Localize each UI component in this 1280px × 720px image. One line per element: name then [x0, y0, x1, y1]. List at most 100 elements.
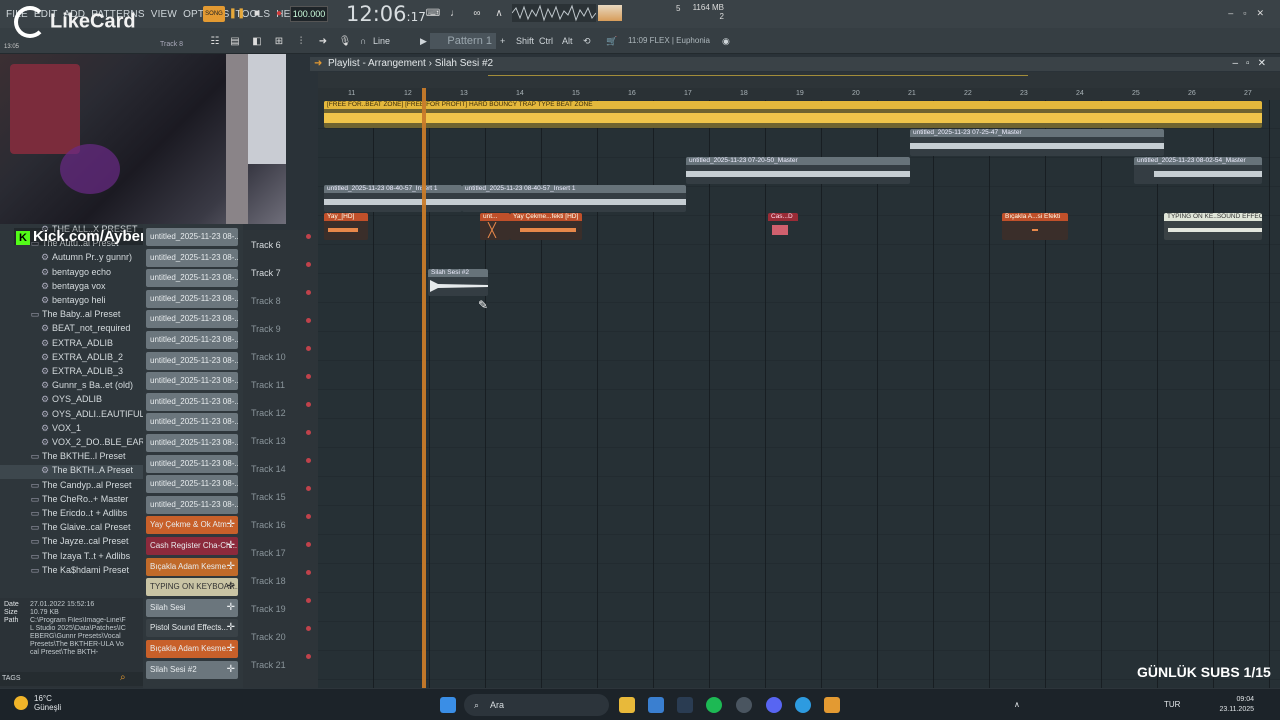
track-label[interactable]: Track 20 [251, 632, 286, 642]
browser-item[interactable]: ⚙ bentaygo echo [0, 267, 143, 281]
shift-key[interactable]: Shift [516, 36, 534, 46]
weather-widget[interactable]: 16°C Güneşli [14, 694, 61, 712]
cart-icon[interactable]: 🛒 [606, 36, 617, 47]
playlist-icon[interactable]: ⫶ [292, 32, 310, 50]
browser-item[interactable]: ▭ The Ka$hdami Preset [0, 565, 143, 579]
discord-icon[interactable] [766, 697, 782, 713]
track-label[interactable]: Track 13 [251, 436, 286, 446]
clip-typing[interactable]: TYPING ON KE..SOUND EFFECT [1164, 213, 1262, 240]
clip-master2[interactable]: untitled_2025-11-23 07-20-50_Master [686, 157, 910, 184]
track-label[interactable]: Track 17 [251, 548, 286, 558]
clip-yay2[interactable]: unt... [480, 213, 510, 240]
channel-button[interactable]: Silah Sesi ✛ [146, 598, 238, 617]
track-label[interactable]: Track 7 [251, 268, 281, 278]
pause-icon[interactable]: ❚❚ [228, 4, 246, 22]
track-label[interactable]: Track 11 [251, 380, 285, 390]
browser-icon[interactable]: ◧ [248, 32, 266, 50]
channel-button[interactable]: Yay Çekme & Ok Atm... ✛ [146, 516, 238, 535]
stop-icon[interactable]: ■ [248, 4, 266, 22]
track-label[interactable]: Track 15 [251, 492, 286, 502]
channel-button[interactable]: untitled_2025-11-23 08-... [146, 475, 238, 494]
browser-item[interactable]: ⚙ Gunnr_s Ba..et (old) [0, 380, 143, 394]
track-mute-led[interactable] [306, 598, 311, 603]
channel-move-icon[interactable]: ✛ [227, 640, 235, 658]
track-mute-led[interactable] [306, 262, 311, 267]
globe-icon[interactable]: ◉ [722, 36, 730, 47]
clip-master1[interactable]: untitled_2025-11-23 07-25-47_Master [910, 129, 1164, 156]
clip-beat[interactable]: [FREE FOR..BEAT ZONE] [FREE FOR PROFIT] … [324, 101, 1262, 128]
channel-button[interactable]: untitled_2025-11-23 08-... [146, 372, 238, 391]
browser-item[interactable]: ⚙ Autumn Pr..y gunnr) [0, 252, 143, 266]
steam-icon[interactable] [677, 697, 693, 713]
snap-selector[interactable]: Line [373, 36, 390, 46]
channel-move-icon[interactable]: ✛ [227, 661, 235, 679]
track-mute-led[interactable] [306, 234, 311, 239]
clip-insert2[interactable]: untitled_2025-11-23 08-40-57_Insert 1 [462, 185, 686, 212]
track-mute-led[interactable] [306, 486, 311, 491]
channel-button[interactable]: TYPING ON KEYBOAR... ✛ [146, 578, 238, 597]
channel-button[interactable]: Cash Register Cha-Ch... ✛ [146, 537, 238, 555]
undo-icon[interactable]: ⟲ [583, 36, 591, 47]
channel-button[interactable]: Bıçakla Adam Kesme... ✛ [146, 557, 238, 576]
blend-notes-icon[interactable]: ∧ [490, 4, 508, 22]
track-label[interactable]: Track 8 [251, 296, 281, 306]
playlist-scrollbar[interactable] [318, 72, 1280, 88]
clip-insert1[interactable]: untitled_2025-11-23 08-40-57_Insert 1 [324, 185, 462, 212]
browser-item[interactable]: ⚙ VOX_1 [0, 423, 143, 437]
browser-item[interactable]: ▭ The Glaive..cal Preset [0, 522, 143, 536]
track-label[interactable]: Track 19 [251, 604, 286, 614]
channel-rack-icon[interactable]: ☷ [206, 32, 224, 50]
menu-view[interactable]: VIEW [151, 9, 177, 20]
browser-item[interactable]: ⚙ EXTRA_ADLIB_2 [0, 352, 143, 366]
browser-item[interactable]: ⚙ VOX_2_DO..BLE_EAR [0, 437, 143, 451]
play-pattern-icon[interactable]: ▶ [420, 36, 427, 47]
store-icon[interactable] [648, 697, 664, 713]
track-label[interactable]: Track 16 [251, 520, 286, 530]
search-icon[interactable]: ⌕ [120, 672, 126, 683]
track-label[interactable]: Track 18 [251, 576, 286, 586]
track-label[interactable]: Track 21 [251, 660, 286, 670]
clip-cash[interactable]: Cas...D [768, 213, 798, 240]
playhead[interactable] [422, 88, 426, 688]
track-mute-led[interactable] [306, 458, 311, 463]
track-mute-led[interactable] [306, 654, 311, 659]
browser-item[interactable]: ⚙ OYS_ADLIB [0, 394, 143, 408]
microphone-icon[interactable]: 🎙 [336, 32, 354, 50]
track-mute-led[interactable] [306, 514, 311, 519]
clip-yay1[interactable]: Yay_[HD] [324, 213, 368, 240]
track-mute-led[interactable] [306, 374, 311, 379]
channel-button[interactable]: Silah Sesi #2 ✛ [146, 660, 238, 679]
track-mute-led[interactable] [306, 318, 311, 323]
language-indicator[interactable]: TUR [1164, 700, 1180, 709]
piano-roll-icon[interactable]: ▤ [226, 32, 244, 50]
track-mute-led[interactable] [306, 402, 311, 407]
mixer-icon[interactable]: ⊞ [270, 32, 288, 50]
spotify-icon[interactable] [706, 697, 722, 713]
browser-item[interactable]: ⚙ bentayga vox [0, 281, 143, 295]
browser-item[interactable]: ▭ The Ericdo..t + Adlibs [0, 508, 143, 522]
file-explorer-icon[interactable] [619, 697, 635, 713]
channel-button[interactable]: Pistol Sound Effects... ✛ [146, 619, 238, 638]
pattern-selector[interactable]: Pattern 1 [430, 33, 496, 49]
channel-move-icon[interactable]: ✛ [227, 558, 235, 576]
track-label[interactable]: Track 12 [251, 408, 286, 418]
window-controls[interactable]: –▫✕ [1228, 8, 1274, 19]
channel-button[interactable]: untitled_2025-11-23 08-... [146, 434, 238, 452]
tray-chevron-icon[interactable]: ∧ [1014, 700, 1020, 709]
channel-button[interactable]: untitled_2025-11-23 08-... [146, 392, 238, 411]
track-mute-led[interactable] [306, 290, 311, 295]
clip-bicak[interactable]: Bıçakla A...si Efekti [1002, 213, 1068, 240]
browser-item[interactable]: ▭ The Izaya T..t + Adlibs [0, 551, 143, 565]
track-mute-led[interactable] [306, 542, 311, 547]
clip-yay3[interactable]: Yay Çekme...fekti [HD] [510, 213, 582, 240]
channel-move-icon[interactable]: ✛ [227, 537, 235, 555]
channel-button[interactable]: untitled_2025-11-23 08-... [146, 289, 238, 308]
browser-item[interactable]: ⚙ OYS_ADLI..EAUTIFUL [0, 409, 143, 423]
channel-button[interactable]: untitled_2025-11-23 08-... [146, 310, 238, 329]
browser-item[interactable]: ▭ The Candyp..al Preset [0, 480, 143, 494]
channel-move-icon[interactable]: ✛ [227, 578, 235, 596]
browser-item[interactable]: ▭ The Jayze..cal Preset [0, 536, 143, 550]
fl-studio-icon[interactable] [824, 697, 840, 713]
edge-icon[interactable] [795, 697, 811, 713]
add-pattern-icon[interactable]: + [500, 36, 505, 46]
